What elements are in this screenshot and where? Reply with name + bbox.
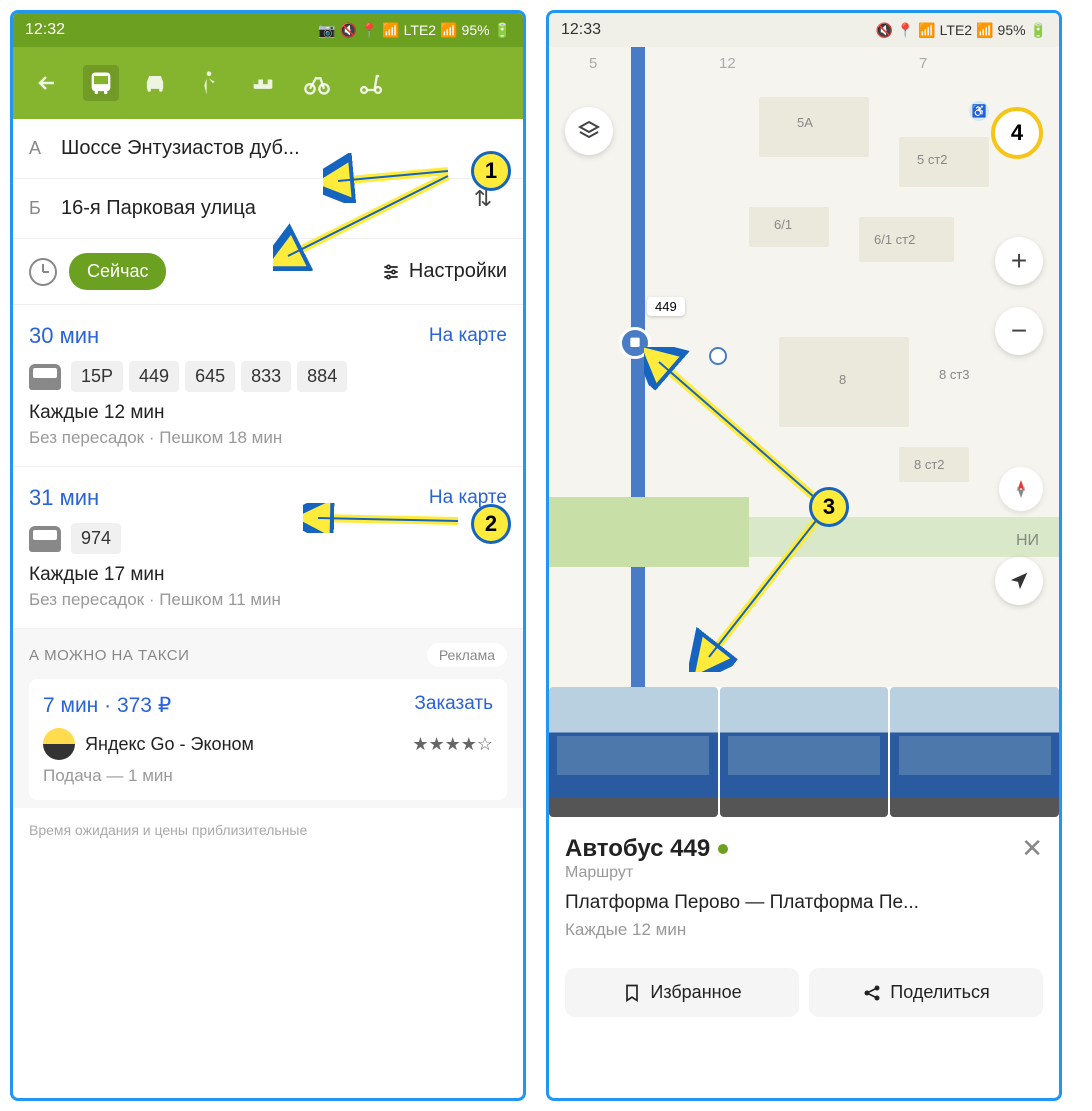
bus-subtitle: Маршрут bbox=[565, 864, 1043, 882]
bus-list-1: 15Р 449 645 833 884 bbox=[29, 361, 507, 392]
locate-button[interactable] bbox=[995, 557, 1043, 605]
map-link[interactable]: На карте bbox=[429, 325, 507, 347]
bus-number: 15Р bbox=[71, 361, 123, 392]
bus-route-text: Платформа Перово — Платформа Пе... bbox=[565, 892, 1043, 914]
bike-mode-icon[interactable] bbox=[299, 65, 335, 101]
close-icon[interactable]: ✕ bbox=[1021, 833, 1043, 864]
layers-button[interactable] bbox=[565, 107, 613, 155]
route-subtext: Без пересадок · Пешком 11 мин bbox=[29, 590, 507, 610]
frequency-text: Каждые 17 мин bbox=[29, 564, 507, 586]
annotation-3: 3 bbox=[809, 487, 849, 527]
annotation-2: 2 bbox=[471, 504, 511, 544]
bus-number: 974 bbox=[71, 523, 121, 554]
walk-mode-icon[interactable] bbox=[191, 65, 227, 101]
bus-icon bbox=[29, 364, 61, 390]
back-icon[interactable] bbox=[29, 65, 65, 101]
share-button[interactable]: Поделиться bbox=[809, 968, 1043, 1017]
favorite-button[interactable]: Избранное bbox=[565, 968, 799, 1017]
car-mode-icon[interactable] bbox=[137, 65, 173, 101]
to-letter: Б bbox=[29, 198, 61, 219]
bus-photos[interactable] bbox=[549, 687, 1059, 817]
route-option-1[interactable]: 30 мин На карте 15Р 449 645 833 884 Кажд… bbox=[13, 305, 523, 467]
ad-badge: Реклама bbox=[427, 643, 507, 667]
status-time: 12:33 bbox=[561, 21, 601, 39]
bus-info-card: Автобус 449 ✕ Маршрут Платформа Перово —… bbox=[549, 817, 1059, 956]
status-time: 12:32 bbox=[25, 21, 65, 39]
pickup-text: Подача — 1 мин bbox=[43, 766, 493, 786]
route-time: 31 мин bbox=[29, 485, 99, 511]
status-bar: 12:33 🔇 📍 📶 LTE2 📶 95% 🔋 bbox=[549, 13, 1059, 47]
bus-mode-icon[interactable] bbox=[83, 65, 119, 101]
taxi-section: А МОЖНО НА ТАКСИ Реклама 7 мин · 373 ₽ З… bbox=[13, 629, 523, 808]
phone-right: 12:33 🔇 📍 📶 LTE2 📶 95% 🔋 5 12 7 5А 5 ст2… bbox=[546, 10, 1062, 1101]
map-area[interactable]: 5 12 7 5А 5 ст2 6/1 6/1 ст2 8 8 ст3 8 ст… bbox=[549, 47, 1059, 687]
route-number-label: 449 bbox=[647, 297, 685, 316]
rating-stars: ★★★★☆ bbox=[412, 734, 493, 755]
phone-left: 12:32 📷 🔇 📍 📶 LTE2 📶 95% 🔋 bbox=[10, 10, 526, 1101]
route-subtext: Без пересадок · Пешком 18 мин bbox=[29, 428, 507, 448]
from-letter: А bbox=[29, 138, 61, 159]
clock-icon[interactable] bbox=[29, 258, 57, 286]
status-bar: 12:32 📷 🔇 📍 📶 LTE2 📶 95% 🔋 bbox=[13, 13, 523, 47]
transport-mode-header bbox=[13, 47, 523, 119]
bus-number: 449 bbox=[129, 361, 179, 392]
compass-button[interactable] bbox=[999, 467, 1043, 511]
bus-title: Автобус 449 bbox=[565, 835, 710, 863]
annotation-1: 1 bbox=[471, 151, 511, 191]
status-icons: 🔇 📍 📶 LTE2 📶 95% 🔋 bbox=[876, 22, 1047, 39]
status-icons: 📷 🔇 📍 📶 LTE2 📶 95% 🔋 bbox=[318, 22, 511, 39]
order-link[interactable]: Заказать bbox=[414, 693, 493, 718]
bus-photo[interactable] bbox=[890, 687, 1059, 817]
bus-icon bbox=[29, 526, 61, 552]
taxi-card[interactable]: 7 мин · 373 ₽ Заказать Яндекс Go - Эконо… bbox=[29, 679, 507, 800]
taxi-mode-icon[interactable] bbox=[245, 65, 281, 101]
map-route-line bbox=[631, 47, 645, 687]
service-name: Яндекс Go - Эконом bbox=[85, 734, 402, 755]
bus-number: 645 bbox=[185, 361, 235, 392]
action-buttons: Избранное Поделиться bbox=[549, 956, 1059, 1029]
bus-number: 884 bbox=[297, 361, 347, 392]
route-option-2[interactable]: 31 мин На карте 974 Каждые 17 мин Без пе… bbox=[13, 467, 523, 629]
online-indicator bbox=[718, 844, 728, 854]
scooter-mode-icon[interactable] bbox=[353, 65, 389, 101]
bus-photo[interactable] bbox=[720, 687, 889, 817]
taxi-time-price: 7 мин · 373 ₽ bbox=[43, 693, 171, 718]
disclaimer-text: Время ожидания и цены приблизительные bbox=[13, 808, 523, 852]
zoom-in-button[interactable]: + bbox=[995, 237, 1043, 285]
now-badge[interactable]: Сейчас bbox=[69, 253, 166, 290]
map-info-icon[interactable]: ♿ bbox=[969, 101, 989, 121]
frequency-text: Каждые 12 мин bbox=[29, 402, 507, 424]
zoom-out-button[interactable]: − bbox=[995, 307, 1043, 355]
route-time: 30 мин bbox=[29, 323, 99, 349]
circle-indicator-4[interactable]: 4 bbox=[991, 107, 1043, 159]
yandex-go-icon bbox=[43, 728, 75, 760]
bus-photo[interactable] bbox=[549, 687, 718, 817]
taxi-title: А МОЖНО НА ТАКСИ bbox=[29, 647, 189, 664]
bus-frequency: Каждые 12 мин bbox=[565, 920, 1043, 940]
bus-number: 833 bbox=[241, 361, 291, 392]
